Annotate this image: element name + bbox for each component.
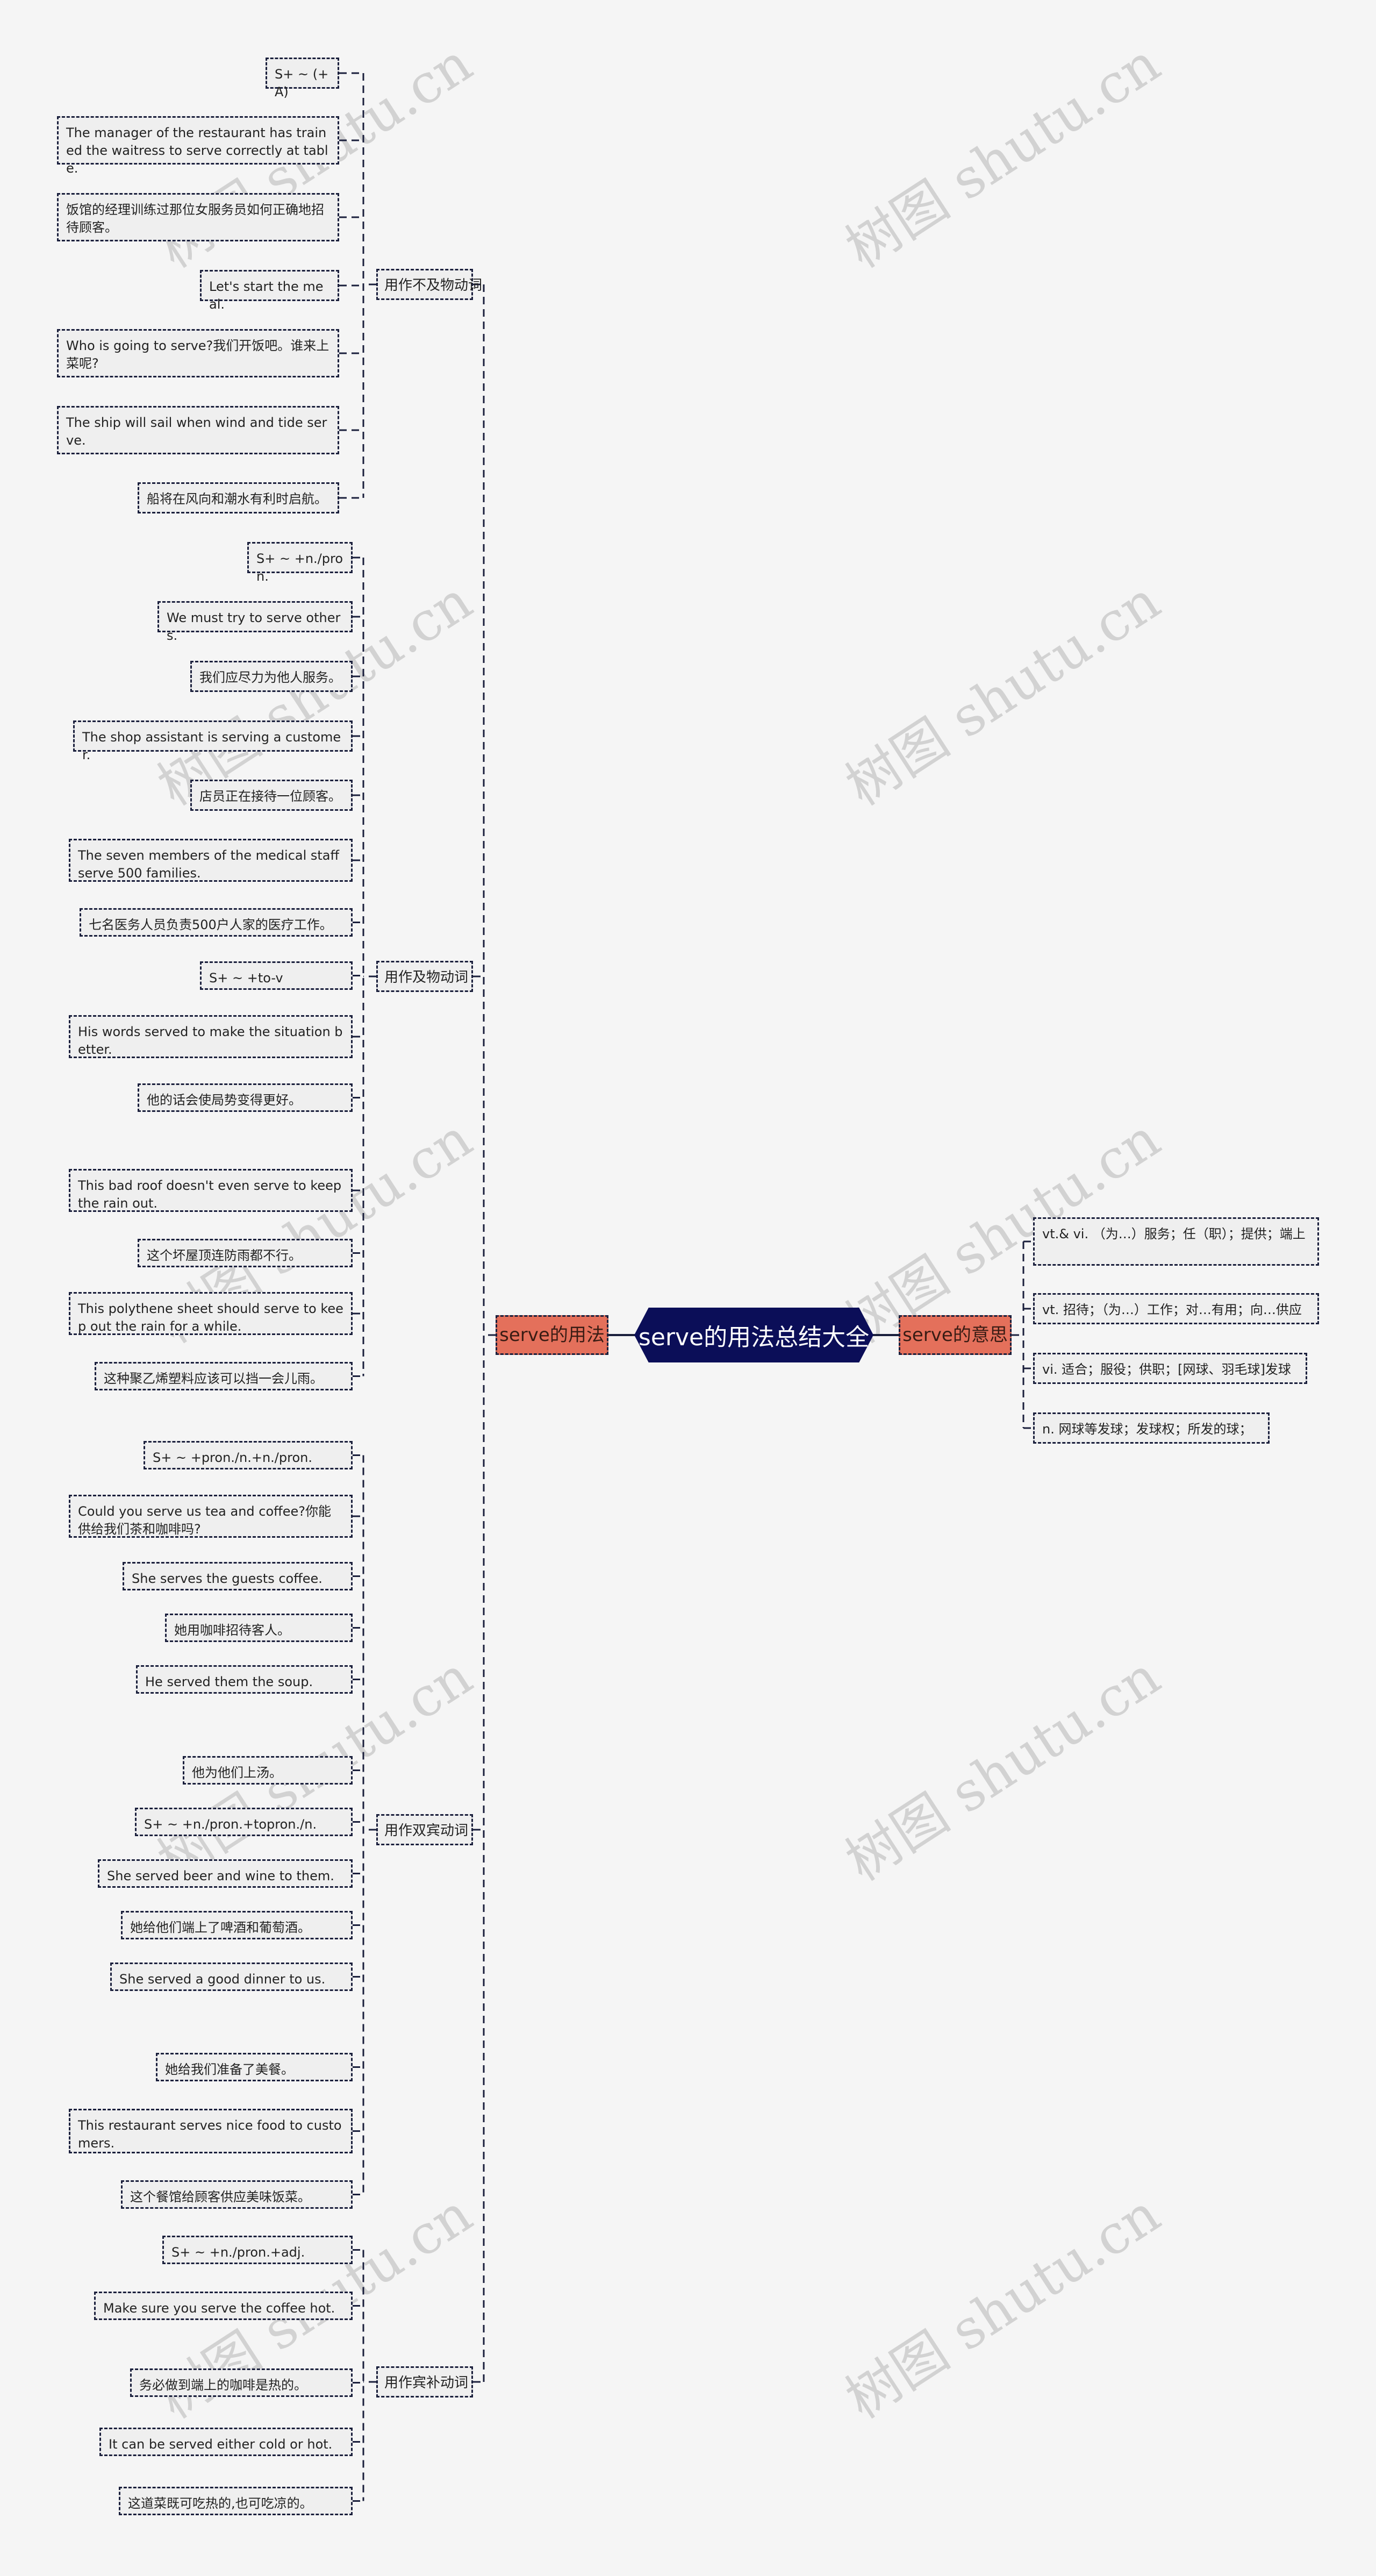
category-intransitive[interactable]: 用作不及物动词	[376, 269, 482, 300]
example-node[interactable]: She served a good dinner to us.	[110, 1963, 353, 1991]
branch-serve-meaning[interactable]: serve的意思	[899, 1315, 1012, 1355]
example-node[interactable]: This restaurant serves nice food to cust…	[69, 2109, 353, 2153]
example-node[interactable]: 七名医务人员负责500户人家的医疗工作。	[80, 908, 353, 937]
example-node[interactable]: This bad roof doesn't even serve to keep…	[69, 1169, 353, 1212]
branch-serve-usage[interactable]: serve的用法	[496, 1315, 608, 1355]
example-node[interactable]: His words served to make the situation b…	[69, 1015, 353, 1058]
example-node[interactable]: This polythene sheet should serve to kee…	[69, 1292, 353, 1335]
example-node[interactable]: She served beer and wine to them.	[98, 1859, 353, 1888]
example-node[interactable]: The ship will sail when wind and tide se…	[57, 406, 339, 454]
example-node[interactable]: 她给他们端上了啤酒和葡萄酒。	[121, 1911, 353, 1939]
example-node[interactable]: 船将在风向和潮水有利时启航。	[138, 482, 339, 513]
example-node[interactable]: Make sure you serve the coffee hot.	[94, 2292, 353, 2320]
example-node[interactable]: S+ ~ +n./pron.	[247, 542, 353, 584]
example-node[interactable]: 这道菜既可吃热的,也可吃凉的。	[119, 2487, 353, 2515]
example-node[interactable]: He served them the soup.	[136, 1665, 353, 1694]
category-ditransitive[interactable]: 用作双宾动词	[376, 1814, 473, 1845]
meaning-node[interactable]: n. 网球等发球；发球权；所发的球；	[1033, 1412, 1270, 1444]
category-object-complement[interactable]: 用作宾补动词	[376, 2366, 473, 2397]
example-node[interactable]: 店员正在接待一位顾客。	[190, 780, 353, 811]
example-node[interactable]: Who is going to serve?我们开饭吧。谁来上菜呢?	[57, 329, 339, 377]
example-node[interactable]: 这个坏屋顶连防雨都不行。	[138, 1239, 353, 1267]
example-node[interactable]: It can be served either cold or hot.	[99, 2428, 353, 2456]
example-node[interactable]: 这个餐馆给顾客供应美味饭菜。	[121, 2180, 353, 2209]
example-node[interactable]: S+ ~ +n./pron.+adj.	[162, 2236, 353, 2264]
example-node[interactable]: Could you serve us tea and coffee?你能供给我们…	[69, 1495, 353, 1538]
meaning-node[interactable]: vt.& vi. （为…）服务；任（职）；提供；端上	[1033, 1217, 1319, 1266]
example-node[interactable]: S+ ~ (+A)	[266, 58, 339, 99]
example-node[interactable]: S+ ~ +pron./n.+n./pron.	[144, 1441, 353, 1469]
example-node[interactable]: 她用咖啡招待客人。	[165, 1614, 353, 1642]
example-node[interactable]: S+ ~ +to-v	[200, 961, 353, 990]
example-node[interactable]: 务必做到端上的咖啡是热的。	[130, 2368, 353, 2397]
example-node[interactable]: 她给我们准备了美餐。	[156, 2053, 353, 2081]
root-topic[interactable]: serve的用法总结大全	[634, 1308, 873, 1362]
meaning-node[interactable]: vt. 招待；（为…）工作；对…有用；向…供应	[1033, 1293, 1319, 1324]
example-node[interactable]: 他为他们上汤。	[183, 1756, 353, 1785]
example-node[interactable]: S+ ~ +n./pron.+topron./n.	[135, 1808, 353, 1836]
example-node[interactable]: The manager of the restaurant has traine…	[57, 116, 339, 176]
example-node[interactable]: She serves the guests coffee.	[123, 1562, 353, 1590]
example-node[interactable]: Let's start the meal.	[200, 270, 339, 312]
example-node[interactable]: The seven members of the medical staff s…	[69, 839, 353, 882]
example-node[interactable]: 这种聚乙烯塑料应该可以挡一会儿雨。	[95, 1362, 353, 1390]
example-node[interactable]: 我们应尽力为他人服务。	[190, 661, 353, 692]
example-node[interactable]: The shop assistant is serving a customer…	[73, 720, 353, 762]
example-node[interactable]: We must try to serve others.	[157, 601, 353, 643]
example-node[interactable]: 饭馆的经理训练过那位女服务员如何正确地招待顾客。	[57, 193, 339, 241]
example-node[interactable]: 他的话会使局势变得更好。	[138, 1083, 353, 1112]
category-transitive[interactable]: 用作及物动词	[376, 961, 473, 992]
meaning-node[interactable]: vi. 适合；服役；供职；[网球、羽毛球]发球	[1033, 1353, 1307, 1384]
